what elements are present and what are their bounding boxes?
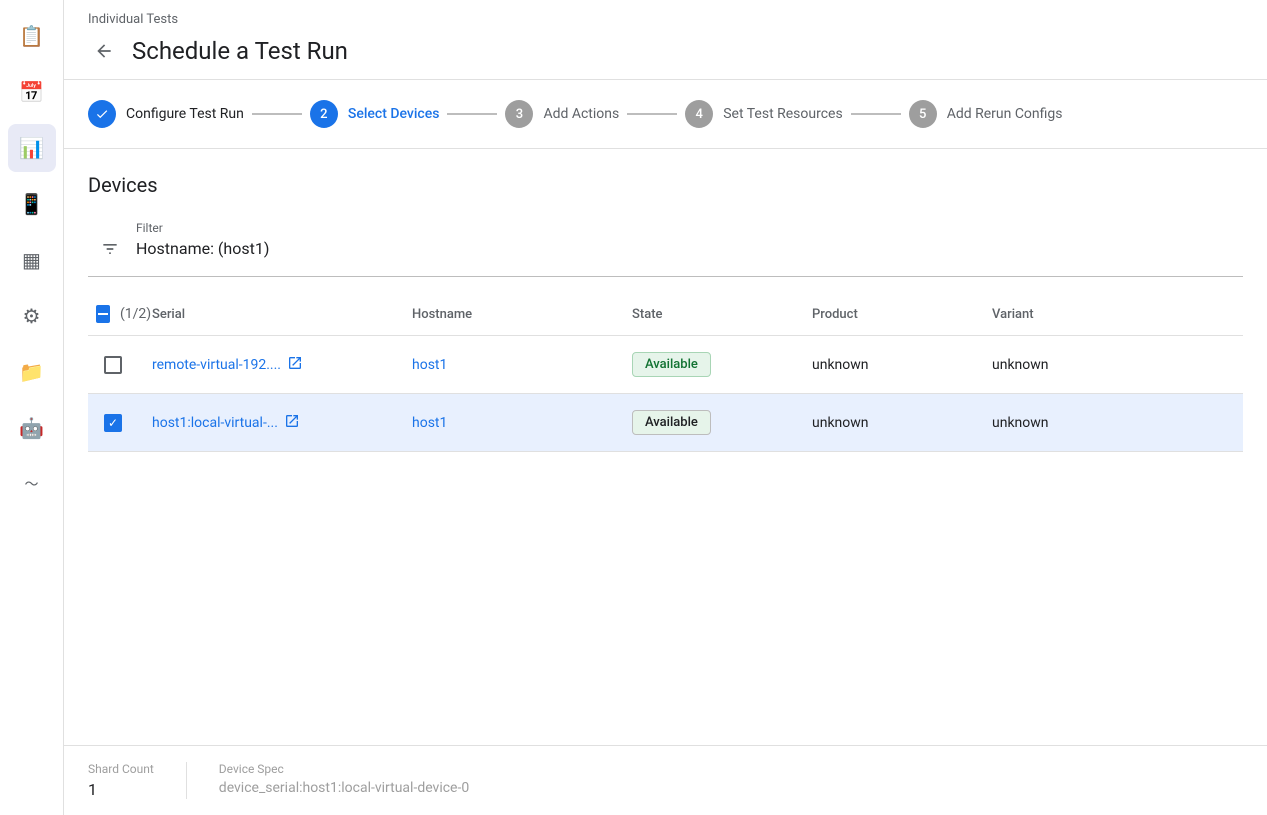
table-row[interactable]: remote-virtual-192.... host1 Available u… (88, 336, 1243, 394)
dashboard-icon: ▦ (22, 248, 41, 272)
stepper: Configure Test Run 2 Select Devices 3 Ad… (64, 80, 1267, 149)
row2-variant: unknown (984, 407, 1243, 439)
row1-hostname[interactable]: host1 (404, 349, 624, 381)
col-product: Product (804, 303, 984, 326)
row1-serial[interactable]: remote-virtual-192.... (144, 347, 404, 383)
indeterminate-bar (98, 313, 108, 315)
row1-product: unknown (804, 349, 984, 381)
settings-icon: ⚙ (23, 304, 41, 328)
sidebar-item-calendar[interactable]: 📅 (8, 68, 56, 116)
back-button[interactable] (88, 35, 120, 67)
connector-3-4 (627, 113, 677, 115)
folder-icon: 📁 (19, 360, 44, 384)
row2-hostname[interactable]: host1 (404, 407, 624, 439)
main-content: Individual Tests Schedule a Test Run Con… (64, 0, 1267, 815)
step-3-circle: 3 (505, 100, 533, 128)
section-title: Devices (88, 173, 1243, 197)
filter-icon[interactable] (100, 239, 120, 264)
page-title: Schedule a Test Run (132, 37, 348, 65)
select-all-checkbox[interactable] (96, 305, 110, 323)
connector-1-2 (252, 113, 302, 115)
phone-icon: 📱 (19, 192, 44, 216)
col-hostname: Hostname (404, 303, 624, 326)
sidebar-item-dashboard[interactable]: ▦ (8, 236, 56, 284)
step-5-circle: 5 (909, 100, 937, 128)
row2-checkbox[interactable]: ✓ (104, 414, 122, 432)
header-checkbox-area[interactable]: (1/2) (88, 301, 144, 327)
footer: Shard Count 1 Device Spec device_serial:… (64, 745, 1267, 815)
filter-label: Filter (136, 221, 269, 235)
sidebar-item-phone[interactable]: 📱 (8, 180, 56, 228)
shard-count-label: Shard Count (88, 762, 154, 776)
step-1-circle (88, 100, 116, 128)
content-area: Devices Filter Hostname: (host1) (64, 149, 1267, 745)
shard-count-value: 1 (88, 780, 154, 799)
sidebar-item-pulse[interactable]: 〜 (8, 460, 56, 508)
pulse-icon: 〜 (25, 474, 39, 494)
device-spec-field: Device Spec device_serial:host1:local-vi… (219, 762, 469, 799)
step-2-label: Select Devices (348, 106, 440, 122)
step-3-label: Add Actions (543, 106, 619, 122)
step-1-label: Configure Test Run (126, 106, 244, 122)
step-4-circle: 4 (685, 100, 713, 128)
row2-serial[interactable]: host1:local-virtual-... (144, 405, 404, 441)
sidebar-item-settings[interactable]: ⚙ (8, 292, 56, 340)
step-5[interactable]: 5 Add Rerun Configs (909, 100, 1063, 128)
calendar-icon: 📅 (19, 80, 44, 104)
footer-separator (186, 762, 187, 799)
sidebar-item-folder[interactable]: 📁 (8, 348, 56, 396)
step-2-circle: 2 (310, 100, 338, 128)
table-header: (1/2) Serial Hostname State Product Vari… (88, 293, 1243, 336)
step-3[interactable]: 3 Add Actions (505, 100, 619, 128)
connector-2-3 (447, 113, 497, 115)
row1-checkbox[interactable] (104, 356, 122, 374)
header: Individual Tests Schedule a Test Run (64, 0, 1267, 80)
chart-icon: 📊 (19, 136, 44, 160)
table-row[interactable]: ✓ host1:local-virtual-... host1 Availabl… (88, 394, 1243, 452)
sidebar: 📋 📅 📊 📱 ▦ ⚙ 📁 🤖 〜 (0, 0, 64, 815)
external-link-icon[interactable] (284, 413, 300, 433)
sidebar-item-clipboard[interactable]: 📋 (8, 12, 56, 60)
step-2[interactable]: 2 Select Devices (310, 100, 440, 128)
connector-4-5 (851, 113, 901, 115)
android-icon: 🤖 (19, 416, 44, 440)
device-spec-label: Device Spec (219, 762, 469, 776)
filter-value: Hostname: (host1) (136, 239, 269, 258)
step-4[interactable]: 4 Set Test Resources (685, 100, 842, 128)
col-variant: Variant (984, 303, 1243, 326)
checkmark-icon: ✓ (108, 416, 118, 430)
status-badge: Available (632, 410, 711, 435)
col-serial: Serial (144, 303, 404, 326)
step-4-label: Set Test Resources (723, 106, 842, 122)
row2-product: unknown (804, 407, 984, 439)
row2-state: Available (624, 402, 804, 443)
devices-table: (1/2) Serial Hostname State Product Vari… (88, 293, 1243, 745)
external-link-icon[interactable] (287, 355, 303, 375)
col-state: State (624, 303, 804, 326)
filter-container: Filter Hostname: (host1) (88, 213, 1243, 277)
step-5-label: Add Rerun Configs (947, 106, 1063, 122)
device-spec-value: device_serial:host1:local-virtual-device… (219, 780, 469, 796)
sidebar-item-android[interactable]: 🤖 (8, 404, 56, 452)
status-badge: Available (632, 352, 711, 377)
row1-variant: unknown (984, 349, 1243, 381)
filter-field[interactable]: Filter Hostname: (host1) (136, 221, 269, 258)
step-1[interactable]: Configure Test Run (88, 100, 244, 128)
clipboard-icon: 📋 (19, 24, 44, 48)
breadcrumb: Individual Tests (88, 12, 1243, 27)
shard-count-field: Shard Count 1 (88, 762, 154, 799)
row1-checkbox-cell[interactable] (88, 348, 144, 382)
row2-checkbox-cell[interactable]: ✓ (88, 406, 144, 440)
sidebar-item-chart[interactable]: 📊 (8, 124, 56, 172)
row1-state: Available (624, 344, 804, 385)
